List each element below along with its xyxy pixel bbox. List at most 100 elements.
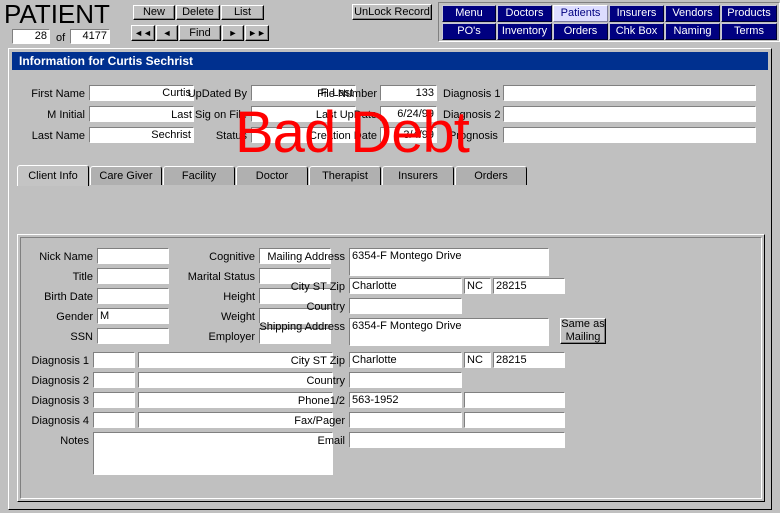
employer-label: Employer: [208, 331, 255, 343]
previous-record-button[interactable]: ◄: [156, 25, 178, 41]
notes-label: Notes: [60, 435, 89, 447]
pager-input[interactable]: [464, 412, 565, 428]
shipping-zip-input[interactable]: 28215: [493, 352, 565, 368]
header-prognosis-label: Prognosis: [449, 130, 498, 142]
nav-orders[interactable]: Orders: [553, 23, 608, 40]
shipping-address-textarea[interactable]: 6354-F Montego Drive: [349, 318, 549, 346]
header-diagnosis-1-input[interactable]: [503, 85, 756, 101]
marital-status-label: Marital Status: [187, 271, 255, 283]
nav-pos[interactable]: PO's: [442, 23, 496, 40]
last-update-label: Last UpDate: [315, 109, 377, 121]
unlock-record-button[interactable]: UnLock Record: [352, 4, 432, 20]
diagnosis-3-label: Diagnosis 3: [31, 395, 89, 407]
shipping-city-label: City ST Zip: [290, 355, 345, 367]
tab-insurers[interactable]: Insurers: [382, 166, 454, 185]
nav-chk-box[interactable]: Chk Box: [609, 23, 664, 40]
mailing-zip-input[interactable]: 28215: [493, 278, 565, 294]
file-number-label: File Number: [317, 88, 377, 100]
nav-vendors[interactable]: Vendors: [665, 5, 720, 22]
mailing-country-label: Country: [306, 301, 345, 313]
shipping-address-label: Shipping Address: [259, 321, 345, 333]
nav-insurers[interactable]: Insurers: [609, 5, 664, 22]
last-update-input[interactable]: 6/24/99: [380, 106, 437, 122]
tab-care-giver[interactable]: Care Giver: [90, 166, 162, 185]
birth-date-label: Birth Date: [44, 291, 93, 303]
next-record-button[interactable]: ►: [222, 25, 244, 41]
header-diagnosis-1-label: Diagnosis 1: [443, 88, 501, 100]
nav-naming[interactable]: Naming: [665, 23, 720, 40]
mailing-address-label: Mailing Address: [267, 251, 345, 263]
first-name-label: First Name: [31, 88, 85, 100]
diagnosis-2-label: Diagnosis 2: [31, 375, 89, 387]
title-input[interactable]: [97, 268, 169, 284]
cognitive-label: Cognitive: [209, 251, 255, 263]
diagnosis-1-code-input[interactable]: [93, 352, 135, 368]
tab-client-info[interactable]: Client Info: [17, 165, 89, 186]
nick-name-label: Nick Name: [39, 251, 93, 263]
shipping-country-input[interactable]: [349, 372, 462, 388]
nav-inventory[interactable]: Inventory: [497, 23, 552, 40]
diagnosis-3-code-input[interactable]: [93, 392, 135, 408]
window-title-bar: Information for Curtis Sechrist: [12, 52, 768, 70]
page-title: PATIENT: [4, 0, 110, 29]
shipping-state-input[interactable]: NC: [464, 352, 491, 368]
diagnosis-4-code-input[interactable]: [93, 412, 135, 428]
header-diagnosis-2-input[interactable]: [503, 106, 756, 122]
nav-patients[interactable]: Patients: [553, 5, 608, 22]
tab-facility[interactable]: Facility: [163, 166, 235, 185]
header-diagnosis-2-label: Diagnosis 2: [443, 109, 501, 121]
creation-date-input[interactable]: 3/4/99: [380, 127, 437, 143]
diagnosis-4-label: Diagnosis 4: [31, 415, 89, 427]
mailing-address-textarea[interactable]: 6354-F Montego Drive: [349, 248, 549, 276]
same-as-mailing-button[interactable]: Same as Mailing: [560, 318, 606, 344]
find-button[interactable]: Find: [179, 25, 221, 41]
height-label: Height: [223, 291, 255, 303]
tab-doctor[interactable]: Doctor: [236, 166, 308, 185]
diagnosis-1-label: Diagnosis 1: [31, 355, 89, 367]
record-total-input[interactable]: 4177: [70, 29, 110, 44]
shipping-country-label: Country: [306, 375, 345, 387]
list-button[interactable]: List: [221, 5, 264, 20]
email-input[interactable]: [349, 432, 565, 448]
patient-record-window: Information for Curtis Sechrist First Na…: [8, 48, 772, 510]
shipping-city-input[interactable]: Charlotte: [349, 352, 462, 368]
birth-date-input[interactable]: [97, 288, 169, 304]
creation-date-label: Creation Date: [309, 130, 377, 142]
fax-input[interactable]: [349, 412, 462, 428]
status-label: Status: [215, 130, 247, 142]
mailing-state-input[interactable]: NC: [464, 278, 491, 294]
ssn-input[interactable]: [97, 328, 169, 344]
updated-by-label: UpDated By: [187, 88, 247, 100]
mailing-city-input[interactable]: Charlotte: [349, 278, 462, 294]
nav-products[interactable]: Products: [721, 5, 777, 22]
first-record-button[interactable]: ◄◄: [131, 25, 155, 41]
last-sig-on-file-label: Last Sig on File: [171, 109, 247, 121]
ssn-label: SSN: [70, 331, 93, 343]
record-of-label: of: [56, 32, 66, 44]
client-info-panel-inner: Nick Name Title Birth Date Gender M SSN …: [20, 237, 762, 499]
application-window: PATIENT 28 of 4177 New Delete List ◄◄ ◄ …: [0, 0, 780, 513]
client-info-panel: Nick Name Title Birth Date Gender M SSN …: [17, 234, 765, 502]
last-record-button[interactable]: ►►: [245, 25, 269, 41]
nick-name-input[interactable]: [97, 248, 169, 264]
delete-button[interactable]: Delete: [176, 5, 220, 20]
nav-doctors[interactable]: Doctors: [497, 5, 552, 22]
diagnosis-2-code-input[interactable]: [93, 372, 135, 388]
same-as-mailing-line2: Mailing: [565, 331, 601, 343]
new-button[interactable]: New: [133, 5, 175, 20]
record-index-input[interactable]: 28: [12, 29, 50, 44]
nav-menu[interactable]: Menu: [442, 5, 496, 22]
file-number-input[interactable]: 133: [380, 85, 437, 101]
m-initial-label: M Initial: [47, 109, 85, 121]
gender-input[interactable]: M: [97, 308, 169, 324]
mailing-country-input[interactable]: [349, 298, 462, 314]
fax-pager-label: Fax/Pager: [294, 415, 345, 427]
tab-therapist[interactable]: Therapist: [309, 166, 381, 185]
tab-orders[interactable]: Orders: [455, 166, 527, 185]
nav-terms[interactable]: Terms: [721, 23, 777, 40]
header-prognosis-input[interactable]: [503, 127, 756, 143]
gender-label: Gender: [56, 311, 93, 323]
phone2-input[interactable]: [464, 392, 565, 408]
phone1-input[interactable]: 563-1952: [349, 392, 462, 408]
title-label: Title: [72, 271, 93, 283]
